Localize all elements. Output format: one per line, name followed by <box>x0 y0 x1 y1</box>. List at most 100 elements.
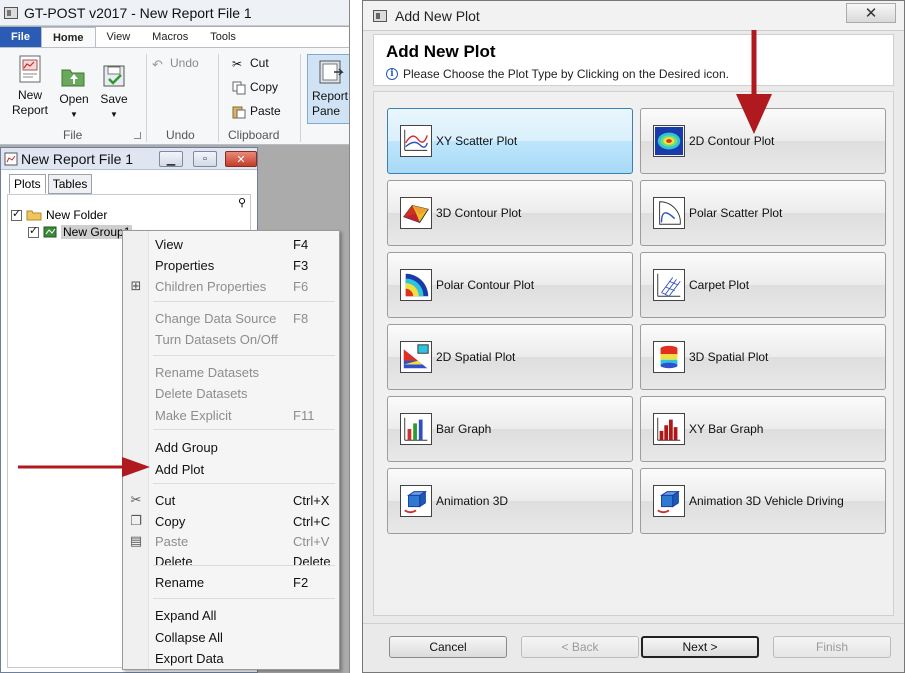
menu-item-view[interactable]: View F4 <box>155 234 333 254</box>
paste-label: Paste <box>250 104 281 118</box>
plot-type-label: Animation 3D <box>436 494 509 508</box>
folder-icon <box>26 210 42 221</box>
menu-separator <box>153 565 335 566</box>
menu-item-add-group[interactable]: Add Group <box>155 437 333 457</box>
ribbon-separator <box>300 54 301 142</box>
plot-type-label: Polar Contour Plot <box>436 278 535 292</box>
tree-item-group[interactable]: New Group1 <box>28 224 133 240</box>
menu-item-cut[interactable]: Cut Ctrl+X <box>155 490 333 510</box>
cancel-button[interactable]: Cancel <box>389 636 507 658</box>
report-pane-label: Report Pane <box>312 89 349 118</box>
save-icon <box>103 65 125 87</box>
group-checkbox[interactable] <box>28 226 39 238</box>
folder-label: New Folder <box>46 208 108 222</box>
plot-type-3d-spatial-plot-button[interactable]: 3D Spatial Plot <box>640 324 886 390</box>
plot-type-carpet-plot-button[interactable]: Carpet Plot <box>640 252 886 318</box>
menu-item-children-properties[interactable]: Children Properties F6 <box>155 276 333 296</box>
add-new-plot-dialog: Add New Plot ✕ Add New Plot i Please Cho… <box>362 0 905 673</box>
menu-item-collapse-all[interactable]: Collapse All <box>155 627 333 647</box>
paste-button[interactable]: Paste <box>232 104 281 119</box>
menu-item-make-explicit[interactable]: Make Explicit F11 <box>155 405 333 425</box>
report-pane-button[interactable]: Report Pane <box>307 54 349 124</box>
save-dropdown-icon[interactable]: ▼ <box>96 107 132 122</box>
group-icon <box>43 226 57 238</box>
app-titlebar: GT-POST v2017 - New Report File 1 <box>0 0 349 26</box>
menu-item-rename-datasets[interactable]: Rename Datasets <box>155 362 333 382</box>
plot-type-label: 3D Spatial Plot <box>689 350 769 364</box>
menu-item-label: Turn Datasets On/Off <box>155 331 278 347</box>
ribbon-separator <box>218 54 219 142</box>
menu-item-change-data-source[interactable]: Change Data Source F8 <box>155 308 333 328</box>
tab-macros[interactable]: Macros <box>141 27 199 47</box>
dialog-footer: Cancel < Back Next > Finish <box>363 623 904 672</box>
undo-button[interactable]: ↶ Undo <box>152 56 199 72</box>
ribbon-separator <box>146 54 147 142</box>
menu-item-expand-all[interactable]: Expand All <box>155 605 333 625</box>
xy-bar-graph-icon <box>653 413 685 445</box>
app-title: GT-POST v2017 - New Report File 1 <box>24 4 252 21</box>
menu-item-copy[interactable]: Copy Ctrl+C <box>155 511 333 531</box>
menu-item-delete-datasets[interactable]: Delete Datasets <box>155 383 333 403</box>
plot-type-animation-3d-button[interactable]: Animation 3D <box>387 468 633 534</box>
menu-item-paste[interactable]: Paste Ctrl+V <box>155 531 333 551</box>
app-icon <box>4 6 18 19</box>
paste-icon <box>232 105 246 119</box>
tree-item-folder[interactable]: New Folder <box>11 207 107 223</box>
close-button[interactable]: ✕ <box>225 151 257 167</box>
spatial-3d-icon <box>653 341 685 373</box>
tree-search-icon[interactable]: ⚲ <box>238 196 246 209</box>
plot-type-animation-3d-vehicle-driving-button[interactable]: Animation 3D Vehicle Driving <box>640 468 886 534</box>
plot-type-bar-graph-button[interactable]: Bar Graph <box>387 396 633 462</box>
undo-group-label: Undo <box>166 128 195 142</box>
menu-item-shortcut: F8 <box>293 310 309 326</box>
scissors-icon: ✂ <box>232 57 243 71</box>
menu-item-label: Properties <box>155 257 215 273</box>
menu-item-add-plot[interactable]: Add Plot <box>155 459 333 479</box>
tab-home[interactable]: Home <box>40 27 96 47</box>
clipboard-group-label: Clipboard <box>228 128 280 142</box>
menu-item-turn-datasets-on-off[interactable]: Turn Datasets On/Off <box>155 329 333 349</box>
open-dropdown-icon[interactable]: ▼ <box>56 107 92 122</box>
dialog-close-button[interactable]: ✕ <box>846 3 896 23</box>
ribbon-tabs: File Home View Macros Tools <box>0 27 349 47</box>
maximize-button[interactable]: ▫ <box>193 151 217 167</box>
tab-tables[interactable]: Tables <box>47 174 93 194</box>
minimize-button[interactable]: ▁ <box>159 151 183 167</box>
new-report-button[interactable]: New Report <box>8 54 52 118</box>
plot-type-xy-scatter-plot-button[interactable]: XY Scatter Plot <box>387 108 633 174</box>
tab-tools[interactable]: Tools <box>199 27 247 47</box>
menu-item-shortcut: F2 <box>293 574 309 590</box>
copy-button[interactable]: Copy <box>232 80 278 95</box>
finish-button[interactable]: Finish <box>773 636 891 658</box>
plot-type-polar-scatter-plot-button[interactable]: Polar Scatter Plot <box>640 180 886 246</box>
plot-type-panel: XY Scatter Plot 2D Contour Plot 3D Contour… <box>373 91 894 616</box>
dialog-heading: Add New Plot <box>386 42 496 61</box>
tab-plots[interactable]: Plots <box>9 174 46 194</box>
report-file-title: New Report File 1 <box>21 150 134 167</box>
save-button[interactable]: Save ▼ <box>96 64 132 122</box>
plot-type-3d-contour-plot-button[interactable]: 3D Contour Plot <box>387 180 633 246</box>
plot-type-label: Polar Scatter Plot <box>689 206 783 220</box>
open-label: Open <box>59 92 89 106</box>
menu-item-label: Delete <box>155 553 193 569</box>
plot-type-polar-contour-plot-button[interactable]: Polar Contour Plot <box>387 252 633 318</box>
folder-checkbox[interactable] <box>11 209 22 221</box>
menu-item-delete[interactable]: Delete Delete <box>155 551 333 571</box>
back-button[interactable]: < Back <box>521 636 639 658</box>
open-button[interactable]: Open ▼ <box>56 64 92 122</box>
plot-type-2d-spatial-plot-button[interactable]: 2D Spatial Plot <box>387 324 633 390</box>
tab-view[interactable]: View <box>96 27 142 47</box>
cut-button[interactable]: ✂ Cut <box>232 56 269 71</box>
next-button[interactable]: Next > <box>641 636 759 658</box>
menu-item-export-data[interactable]: Export Data <box>155 648 333 668</box>
tab-file[interactable]: File <box>0 27 41 47</box>
carpet-plot-icon <box>653 269 685 301</box>
plot-type-xy-bar-graph-button[interactable]: XY Bar Graph <box>640 396 886 462</box>
plot-type-label: Carpet Plot <box>689 278 750 292</box>
menu-item-properties[interactable]: Properties F3 <box>155 255 333 275</box>
menu-item-rename[interactable]: Rename F2 <box>155 572 333 592</box>
file-group-launcher-icon[interactable] <box>134 132 141 139</box>
menu-separator <box>153 355 335 356</box>
report-tabs: Plots Tables <box>9 174 94 194</box>
cut-label: Cut <box>250 56 269 70</box>
